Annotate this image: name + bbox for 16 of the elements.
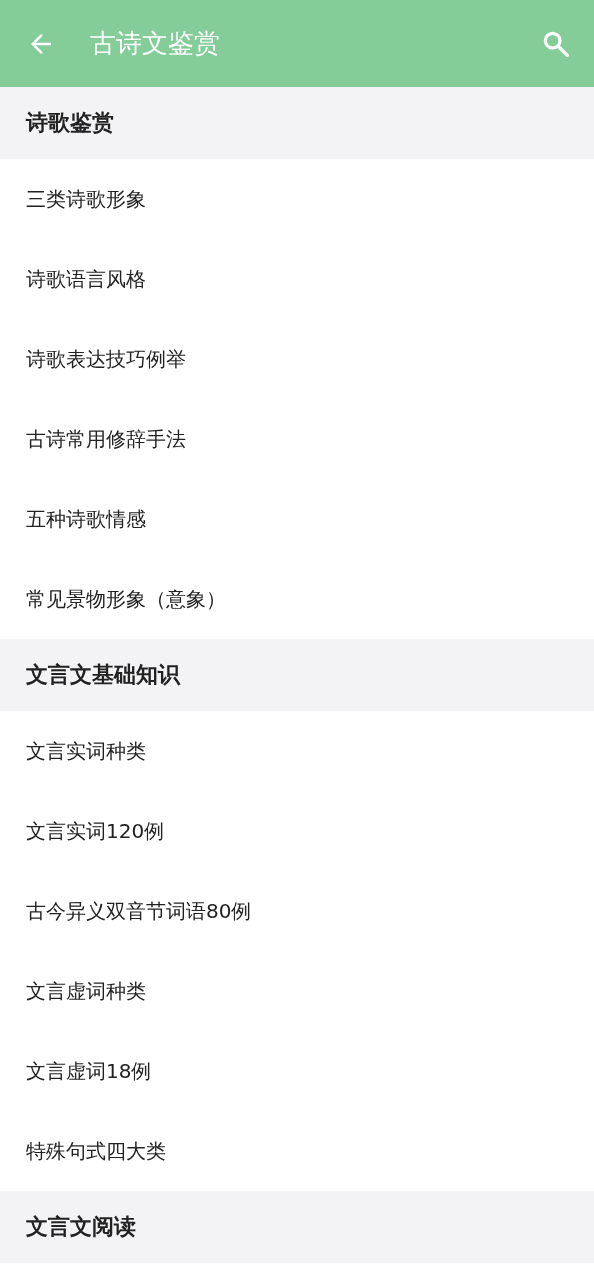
section-title: 诗歌鉴赏 [26, 109, 114, 137]
screen-title: 古诗文鉴赏 [90, 27, 221, 60]
list-item[interactable]: 五种诗歌情感 [0, 479, 594, 559]
list-item[interactable]: 常见景物形象（意象） [0, 559, 594, 639]
section-title: 文言文基础知识 [26, 661, 180, 689]
list-item[interactable]: 文言实词种类 [0, 711, 594, 791]
section-title: 文言文阅读 [26, 1213, 136, 1241]
list-item[interactable]: 古诗常用修辞手法 [0, 399, 594, 479]
list-item[interactable]: 特殊句式四大类 [0, 1111, 594, 1191]
list-item[interactable]: 三类诗歌形象 [0, 159, 594, 239]
list-item[interactable]: 文言虚词种类 [0, 951, 594, 1031]
list-item[interactable]: 诗歌语言风格 [0, 239, 594, 319]
list-item[interactable]: 古今异义双音节词语80例 [0, 871, 594, 951]
list-item[interactable]: 文言虚词18例 [0, 1031, 594, 1111]
list-item[interactable]: 诗歌表达技巧例举 [0, 319, 594, 399]
list-item[interactable]: 文言实词120例 [0, 791, 594, 871]
